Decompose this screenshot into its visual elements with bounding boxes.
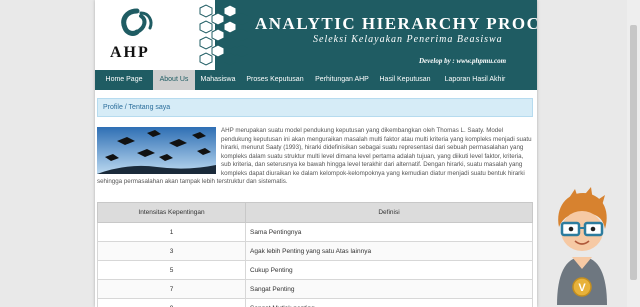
graduation-caps-photo: [97, 127, 216, 174]
developer-credit: Develop by : www.phpmu.com: [419, 57, 507, 65]
app-title: ANALYTIC HIERARCHY PROCESS: [255, 14, 537, 33]
ahp-logo-icon: [121, 8, 153, 36]
nav-laporan-hasil-akhir[interactable]: Laporan Hasil Akhir: [435, 70, 515, 90]
mascot-character-icon[interactable]: V: [547, 187, 617, 305]
nav-about-us[interactable]: About Us: [153, 70, 195, 90]
intensity-definition: Sama Pentingnya: [245, 222, 533, 242]
nav-hasil-keputusan[interactable]: Hasil Keputusan: [375, 70, 435, 90]
hexagon-pattern-icon: [199, 4, 248, 66]
table-row: 9 Sangat Mutlak penting: [97, 298, 533, 307]
page-container: AHP ANALYTIC HIERARCHY PROC Seleksi Kela…: [95, 0, 537, 307]
app-subtitle: Seleksi Kelayakan Penerima Beasiswa: [313, 34, 503, 45]
scrollbar-thumb[interactable]: [630, 25, 637, 280]
table-row: 5 Cukup Penting: [97, 260, 533, 280]
intensity-definition: Sangat Penting: [245, 279, 533, 299]
table-row: 7 Sangat Penting: [97, 279, 533, 299]
header-intensitas: Intensitas Kepentingan: [97, 202, 246, 223]
breadcrumb: Profile / Tentang saya: [97, 98, 533, 117]
intensity-definition: Sangat Mutlak penting: [245, 298, 533, 307]
header-banner: AHP ANALYTIC HIERARCHY PROC Seleksi Kela…: [95, 0, 537, 70]
mascot-badge-letter: V: [578, 282, 586, 294]
header-definisi: Definisi: [245, 202, 533, 223]
nav-mahasiswa[interactable]: Mahasiswa: [195, 70, 241, 90]
page-scrollbar[interactable]: [627, 0, 640, 307]
nav-home-page[interactable]: Home Page: [95, 70, 153, 90]
intensity-table: Intensitas Kepentingan Definisi 1 Sama P…: [97, 202, 533, 307]
intensity-definition: Cukup Penting: [245, 260, 533, 280]
intensity-value: 3: [97, 241, 246, 261]
intensity-definition: Agak lebih Penting yang satu Atas lainny…: [245, 241, 533, 261]
logo-text: AHP: [110, 44, 150, 61]
table-header-row: Intensitas Kepentingan Definisi: [97, 202, 533, 223]
nav-proses-keputusan[interactable]: Proses Keputusan: [241, 70, 309, 90]
intensity-value: 5: [97, 260, 246, 280]
intensity-value: 7: [97, 279, 246, 299]
main-nav: Home Page About Us Mahasiswa Proses Kepu…: [95, 70, 537, 90]
table-row: 3 Agak lebih Penting yang satu Atas lain…: [97, 241, 533, 261]
intensity-value: 1: [97, 222, 246, 242]
nav-perhitungan-ahp[interactable]: Perhitungan AHP: [309, 70, 375, 90]
table-row: 1 Sama Pentingnya: [97, 222, 533, 242]
intensity-value: 9: [97, 298, 246, 307]
